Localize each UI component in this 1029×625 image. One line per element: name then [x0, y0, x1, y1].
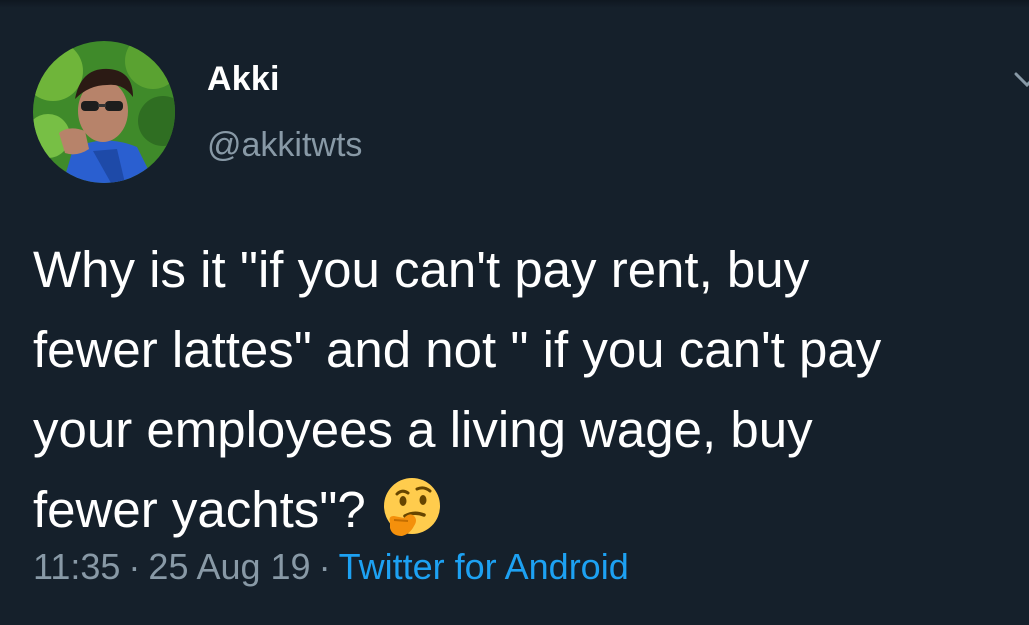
meta-separator: · — [318, 546, 331, 587]
thinking-face-icon — [383, 477, 440, 536]
tweet-text-line-last: fewer yachts"? — [33, 470, 1029, 550]
tweet-text: Why is it "if you can't pay rent, buy fe… — [33, 230, 1029, 550]
top-edge-strip — [0, 0, 1029, 8]
avatar-image — [33, 41, 175, 183]
tweet-text-line: fewer lattes" and not " if you can't pay — [33, 321, 882, 378]
tweet-text-fragment: fewer yachts"? — [33, 481, 366, 538]
avatar[interactable] — [33, 41, 175, 183]
tweet-meta: 11:35 · 25 Aug 19 · Twitter for Android — [33, 546, 629, 588]
tweet-text-line: your employees a living wage, buy — [33, 401, 813, 458]
tweet-date: 25 Aug 19 — [148, 546, 311, 587]
tweet-text-line: Why is it "if you can't pay rent, buy — [33, 241, 810, 298]
tweet-screen: Akki @akkitwts Why is it "if you can't p… — [0, 0, 1029, 625]
meta-separator: · — [128, 546, 141, 587]
chevron-down-icon[interactable] — [1012, 66, 1029, 96]
display-name[interactable]: Akki — [207, 60, 280, 99]
tweet-time: 11:35 — [33, 546, 121, 587]
tweet-source-link[interactable]: Twitter for Android — [339, 546, 629, 587]
user-handle[interactable]: @akkitwts — [207, 126, 362, 165]
